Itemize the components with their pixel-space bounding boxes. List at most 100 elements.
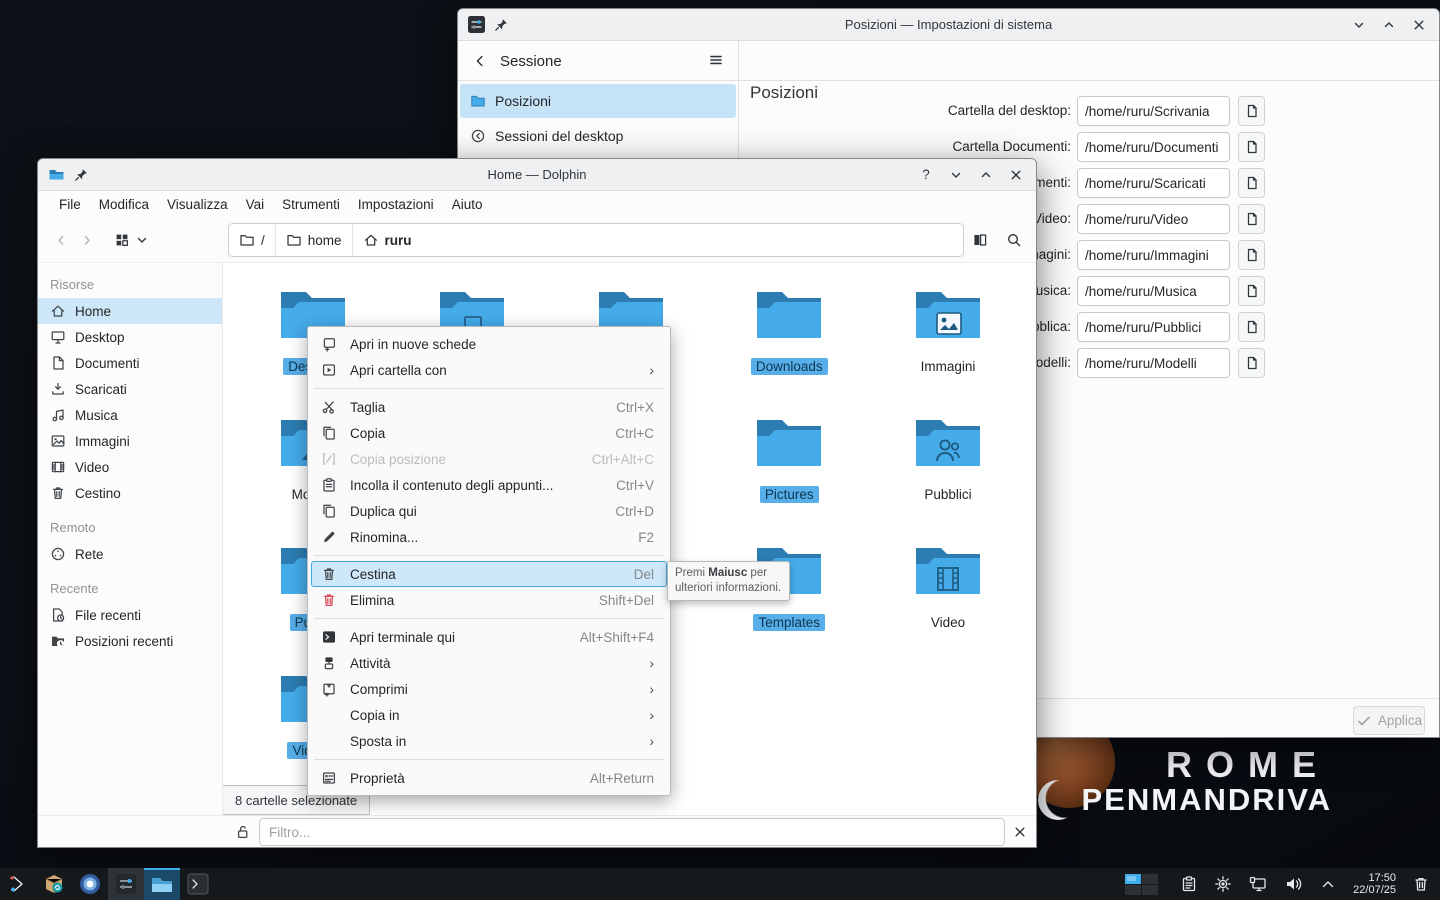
context-menu-item-cestina[interactable]: CestinaDel — [311, 561, 667, 587]
close-filter-icon[interactable] — [1012, 824, 1028, 840]
folder-path-input[interactable] — [1077, 276, 1230, 306]
browse-folder-button[interactable] — [1238, 96, 1265, 126]
places-item-desktop[interactable]: Desktop — [38, 324, 222, 350]
context-menu-item-duplica-qui[interactable]: Duplica quiCtrl+D — [311, 498, 667, 524]
breadcrumb-root[interactable]: / — [229, 224, 276, 256]
browse-folder-button[interactable] — [1238, 240, 1265, 270]
context-menu-item-apri-cartella-con[interactable]: Apri cartella con› — [311, 357, 667, 383]
virtual-desktop-pager[interactable] — [1125, 874, 1158, 895]
settings-sidebar-item-sessioni-del-desktop[interactable]: Sessioni del desktop — [460, 119, 736, 153]
places-item-musica[interactable]: Musica — [38, 402, 222, 428]
menu-file[interactable]: File — [50, 197, 90, 212]
folder-item-pubblici[interactable]: Pubblici — [873, 412, 1023, 503]
places-item-scaricati[interactable]: Scaricati — [38, 376, 222, 402]
context-menu-item-apri-terminale-qui[interactable]: Apri terminale quiAlt+Shift+F4 — [311, 624, 667, 650]
context-menu-item-comprimi[interactable]: Comprimi› — [311, 676, 667, 702]
folder-item-video[interactable]: Video — [873, 540, 1023, 631]
filter-input[interactable] — [259, 818, 1005, 846]
folder-item-immagini[interactable]: Immagini — [873, 284, 1023, 375]
browse-folder-button[interactable] — [1238, 276, 1265, 306]
settings-back-label[interactable]: Sessione — [500, 53, 562, 70]
taskbar-konsole[interactable] — [180, 868, 216, 900]
folder-path-input[interactable] — [1077, 132, 1230, 162]
folder-path-input[interactable] — [1077, 348, 1230, 378]
taskbar-browser[interactable] — [72, 868, 108, 900]
places-item-rete[interactable]: Rete — [38, 541, 222, 567]
breadcrumb-home-dir[interactable]: home — [276, 224, 353, 256]
menu-visualizza[interactable]: Visualizza — [158, 197, 237, 212]
clock[interactable]: 17:50 22/07/25 — [1353, 872, 1396, 896]
clipboard-icon[interactable] — [1180, 875, 1198, 893]
taskbar-app-launcher[interactable] — [0, 868, 36, 900]
view-mode-button[interactable] — [114, 232, 150, 248]
lock-open-icon[interactable] — [235, 824, 251, 840]
trash-icon[interactable] — [1412, 875, 1430, 893]
folder-path-input[interactable] — [1077, 96, 1230, 126]
places-item-documenti[interactable]: Documenti — [38, 350, 222, 376]
close-button[interactable] — [1008, 167, 1024, 183]
apply-button[interactable]: Applica — [1353, 706, 1425, 735]
browse-folder-button[interactable] — [1238, 132, 1265, 162]
search-icon[interactable] — [1006, 232, 1022, 248]
pin-icon[interactable] — [73, 167, 89, 183]
context-menu-item-propriet[interactable]: ProprietàAlt+Return — [311, 765, 667, 791]
browse-folder-button[interactable] — [1238, 312, 1265, 342]
chevron-up-icon[interactable] — [1319, 875, 1337, 893]
menu-aiuto[interactable]: Aiuto — [443, 197, 492, 212]
minimize-button[interactable] — [948, 167, 964, 183]
folder-path-input[interactable] — [1077, 312, 1230, 342]
breadcrumb-current[interactable]: ruru — [353, 224, 422, 256]
menu-vai[interactable]: Vai — [237, 197, 274, 212]
taskbar-dolphin-task[interactable] — [144, 868, 180, 900]
context-menu-item-sposta-in[interactable]: Sposta in› — [311, 728, 667, 754]
folder-icon — [752, 412, 826, 474]
taskbar-system-settings-task[interactable] — [108, 868, 144, 900]
folder-path-input[interactable] — [1077, 204, 1230, 234]
help-button[interactable]: ? — [918, 167, 934, 183]
maximize-button[interactable] — [978, 167, 994, 183]
breadcrumb-current-label: ruru — [385, 233, 412, 248]
close-button[interactable] — [1411, 17, 1427, 33]
folder-item-downloads[interactable]: Downloads — [714, 284, 864, 375]
minimize-button[interactable] — [1351, 17, 1367, 33]
places-item-posizioni-recenti[interactable]: Posizioni recenti — [38, 628, 222, 654]
dolphin-titlebar[interactable]: Home — Dolphin ? — [38, 159, 1036, 191]
browse-folder-button[interactable] — [1238, 168, 1265, 198]
context-menu-item-incolla-il-contenuto-degli-appunti[interactable]: Incolla il contenuto degli appunti...Ctr… — [311, 472, 667, 498]
menu-strumenti[interactable]: Strumenti — [273, 197, 349, 212]
folder-item-pictures[interactable]: Pictures — [714, 412, 864, 503]
context-menu-item-copia[interactable]: CopiaCtrl+C — [311, 420, 667, 446]
context-menu-item-apri-in-nuove-schede[interactable]: Apri in nuove schede — [311, 331, 667, 357]
context-menu-item-elimina[interactable]: EliminaShift+Del — [311, 587, 667, 613]
menu-modifica[interactable]: Modifica — [90, 197, 158, 212]
context-menu-item-copia-in[interactable]: Copia in› — [311, 702, 667, 728]
taskbar-package-manager[interactable] — [36, 868, 72, 900]
folder-path-input[interactable] — [1077, 168, 1230, 198]
context-menu-item-attivit[interactable]: Attività› — [311, 650, 667, 676]
volume-icon[interactable] — [1284, 875, 1303, 893]
browse-folder-button[interactable] — [1238, 204, 1265, 234]
hamburger-menu-icon[interactable] — [708, 52, 724, 68]
browse-folder-button[interactable] — [1238, 348, 1265, 378]
settings-titlebar[interactable]: Posizioni — Impostazioni di sistema — [458, 9, 1439, 41]
places-item-home[interactable]: Home — [38, 298, 222, 324]
brightness-icon[interactable] — [1214, 875, 1232, 893]
places-item-cestino[interactable]: Cestino — [38, 480, 222, 506]
places-item-file-recenti[interactable]: File recenti — [38, 602, 222, 628]
places-item-immagini[interactable]: Immagini — [38, 428, 222, 454]
places-item-video[interactable]: Video — [38, 454, 222, 480]
split-view-icon[interactable] — [972, 232, 988, 248]
forward-button[interactable]: › — [74, 230, 100, 250]
places-item-label: File recenti — [75, 608, 141, 623]
back-icon[interactable] — [472, 53, 488, 69]
pin-icon[interactable] — [493, 17, 509, 33]
menu-impostazioni[interactable]: Impostazioni — [349, 197, 443, 212]
folder-path-input[interactable] — [1077, 240, 1230, 270]
context-menu-item-taglia[interactable]: TagliaCtrl+X — [311, 394, 667, 420]
maximize-button[interactable] — [1381, 17, 1397, 33]
settings-sidebar-item-posizioni[interactable]: Posizioni — [460, 84, 736, 118]
tooltip-text: Premi — [675, 567, 708, 579]
back-button[interactable]: ‹ — [48, 230, 74, 250]
context-menu-item-rinomina[interactable]: Rinomina...F2 — [311, 524, 667, 550]
display-icon[interactable] — [1248, 875, 1268, 893]
